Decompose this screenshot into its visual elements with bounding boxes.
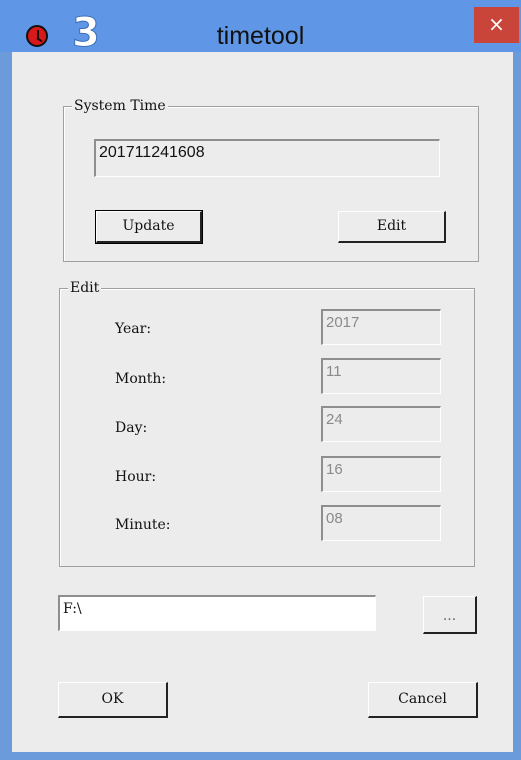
edit-legend: Edit: [68, 279, 102, 297]
year-field[interactable]: 2017: [321, 309, 441, 345]
edit-button[interactable]: Edit: [338, 211, 446, 243]
update-button[interactable]: Update: [95, 210, 203, 244]
month-field[interactable]: 11: [321, 358, 441, 394]
title-bar[interactable]: 3 timetool ×: [0, 0, 521, 57]
dialog-client-area: System Time 201711241608 Update Edit Edi…: [12, 52, 513, 752]
hour-label: Hour:: [115, 469, 157, 485]
browse-button[interactable]: ...: [423, 596, 477, 634]
month-label: Month:: [115, 371, 167, 387]
path-input[interactable]: F:\: [58, 595, 376, 631]
minute-label: Minute:: [115, 517, 171, 533]
edit-group: Edit Year: 2017 Month: 11 Day: 24 Hour: …: [59, 279, 475, 567]
timetool-window: 3 timetool × System Time 201711241608 Up…: [0, 0, 521, 760]
close-icon: ×: [488, 12, 505, 36]
day-field[interactable]: 24: [321, 406, 441, 442]
year-label: Year:: [115, 321, 152, 337]
window-title: timetool: [216, 22, 305, 50]
system-time-group: System Time 201711241608 Update Edit: [63, 97, 479, 262]
close-button[interactable]: ×: [474, 7, 519, 43]
system-time-field[interactable]: 201711241608: [94, 139, 440, 177]
minute-field[interactable]: 08: [321, 505, 441, 541]
system-time-legend: System Time: [72, 97, 168, 115]
cancel-button[interactable]: Cancel: [368, 682, 478, 718]
ok-button[interactable]: OK: [58, 682, 168, 718]
hour-field[interactable]: 16: [321, 456, 441, 492]
day-label: Day:: [115, 420, 148, 436]
